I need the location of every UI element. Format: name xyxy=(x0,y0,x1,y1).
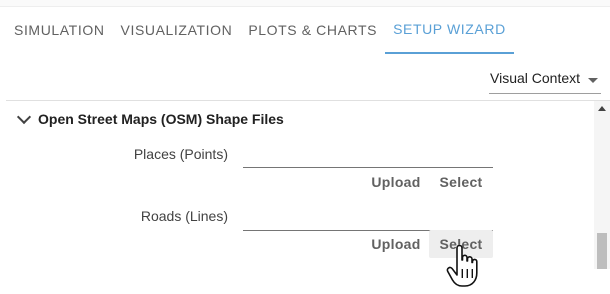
vertical-scrollbar[interactable] xyxy=(594,101,610,269)
wizard-panel: Open Street Maps (OSM) Shape Files Place… xyxy=(6,100,610,269)
context-row: Visual Context xyxy=(0,54,610,100)
places-select-button[interactable]: Select xyxy=(429,168,493,196)
places-label: Places (Points) xyxy=(133,146,228,162)
places-upload-button[interactable]: Upload xyxy=(365,168,427,196)
section-title: Open Street Maps (OSM) Shape Files xyxy=(38,111,284,127)
tab-simulation[interactable]: SIMULATION xyxy=(6,6,113,54)
hand-pointer-icon xyxy=(446,245,478,287)
scrollbar-thumb[interactable] xyxy=(597,233,607,269)
tab-plots-charts[interactable]: PLOTS & CHARTS xyxy=(240,6,385,54)
roads-upload-button[interactable]: Upload xyxy=(365,230,427,258)
roads-file-input[interactable] xyxy=(243,210,493,231)
osm-section-toggle[interactable]: Open Street Maps (OSM) Shape Files xyxy=(16,109,284,127)
places-file-input[interactable] xyxy=(243,147,493,168)
roads-label: Roads (Lines) xyxy=(140,208,228,224)
chevron-down-icon xyxy=(16,109,32,125)
tab-visualization[interactable]: VISUALIZATION xyxy=(113,6,241,54)
tab-bar: SIMULATION VISUALIZATION PLOTS & CHARTS … xyxy=(6,6,610,54)
visual-context-value: Visual Context xyxy=(490,70,581,86)
visual-context-select[interactable]: Visual Context xyxy=(489,68,601,94)
scroll-up-arrow-icon[interactable] xyxy=(598,106,606,111)
chevron-down-icon xyxy=(588,78,598,83)
app-window: SIMULATION VISUALIZATION PLOTS & CHARTS … xyxy=(0,0,610,294)
tab-setup-wizard[interactable]: SETUP WIZARD xyxy=(385,6,514,54)
